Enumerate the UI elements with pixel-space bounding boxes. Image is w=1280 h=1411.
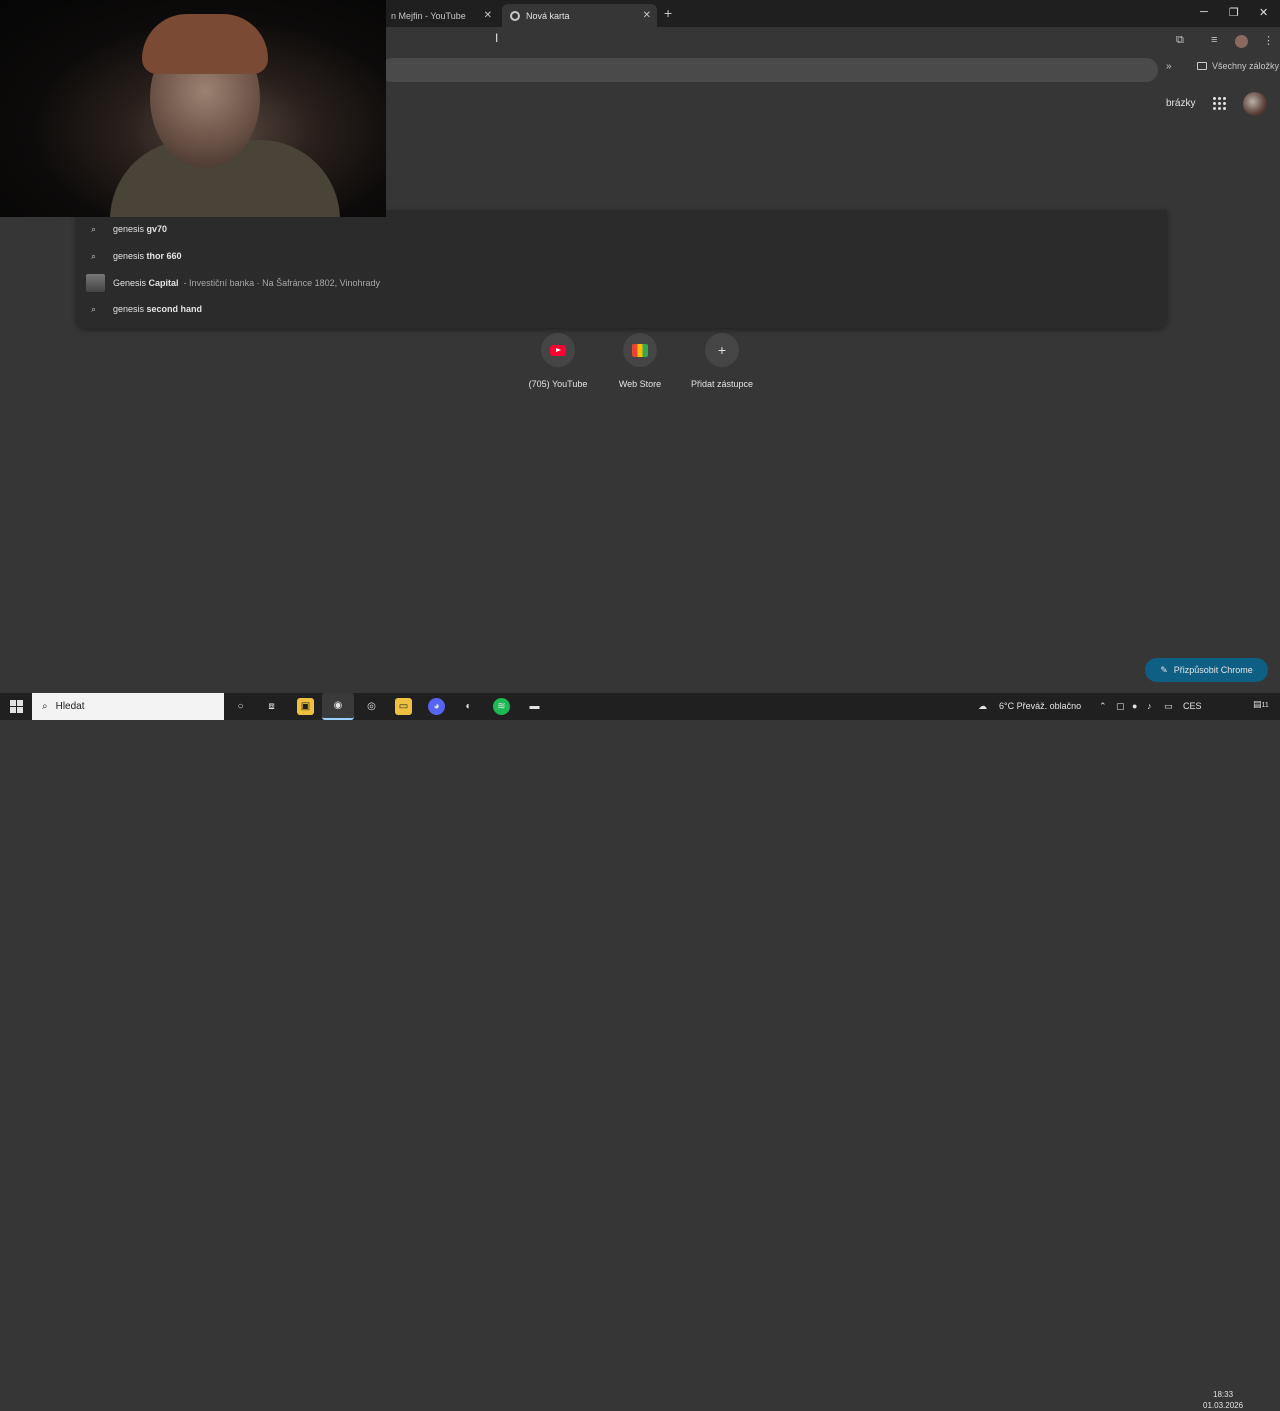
profile-avatar[interactable]: [1235, 35, 1248, 48]
close-icon[interactable]: ✕: [643, 10, 651, 21]
shortcut-label: Přidat zástupce: [690, 379, 754, 389]
shortcut-webstore[interactable]: Web Store: [605, 333, 675, 389]
clock-date: 01.03.2026: [1203, 1401, 1244, 1410]
pencil-icon: ✎: [1160, 664, 1168, 675]
minimize-icon[interactable]: ─: [1200, 6, 1208, 18]
webcam-overlay: [0, 0, 386, 217]
search-icon: ⌕: [91, 223, 97, 234]
place-thumbnail: [86, 274, 105, 292]
suggestion-prefix: genesis: [113, 251, 147, 261]
clock-time: 18:33: [1213, 1390, 1234, 1399]
all-bookmarks-folder[interactable]: Všechny záložky: [1197, 61, 1279, 71]
suggestion-item[interactable]: ⌕ genesis gv70: [76, 216, 1167, 242]
suggestion-prefix: genesis: [113, 304, 147, 314]
obs-icon[interactable]: ◎: [363, 698, 380, 715]
suggestion-completion: thor 660: [146, 251, 182, 261]
youtube-icon: [550, 344, 566, 356]
address-bar[interactable]: [380, 58, 1158, 82]
volume-icon[interactable]: ♪: [1147, 701, 1152, 711]
shortcut-youtube[interactable]: (705) YouTube: [523, 333, 593, 389]
all-bookmarks-label: Všechny záložky: [1212, 61, 1280, 71]
suggestion-completion: second hand: [146, 304, 203, 314]
search-placeholder: Hledat: [55, 701, 85, 712]
window-close-icon[interactable]: ✕: [1259, 6, 1268, 19]
suggestion-item[interactable]: Genesis Capital - Investiční banka · Na …: [76, 270, 1167, 296]
taskbar-search[interactable]: ⌕ Hledat: [32, 693, 224, 720]
suggestion-details: - Investiční banka · Na Šafránce 1802, V…: [183, 278, 381, 288]
menu-icon[interactable]: ⋮: [1263, 34, 1274, 47]
search-icon: ⌕: [42, 701, 48, 712]
cortana-icon[interactable]: ○: [232, 698, 249, 715]
chrome-taskbar-button[interactable]: ◉: [322, 693, 354, 720]
suggestion-item[interactable]: ⌕ genesis thor 660: [76, 243, 1167, 269]
search-icon: ⌕: [91, 250, 97, 261]
notification-icon[interactable]: ▤11: [1253, 699, 1269, 710]
search-icon: ⌕: [91, 303, 97, 314]
windows-start-icon[interactable]: [10, 700, 23, 713]
spotify-icon[interactable]: ≋: [493, 698, 510, 715]
task-view-icon[interactable]: ⧈: [263, 698, 280, 715]
discord-icon[interactable]: ◕: [428, 698, 445, 715]
plus-icon: +: [705, 333, 739, 367]
images-link[interactable]: brázky: [1166, 98, 1195, 109]
language-indicator[interactable]: CES: [1183, 701, 1202, 711]
network-icon[interactable]: ▭: [1164, 701, 1173, 712]
account-avatar[interactable]: [1243, 92, 1267, 116]
text-cursor-icon: I: [495, 31, 499, 45]
suggestion-completion: gv70: [146, 224, 168, 234]
new-tab-button[interactable]: +: [664, 5, 672, 21]
weather-text[interactable]: 6°C Převáž. oblačno: [999, 701, 1081, 711]
close-icon[interactable]: ✕: [484, 10, 492, 21]
file-explorer-icon[interactable]: ▭: [395, 698, 412, 715]
suggestion-prefix: Genesis: [113, 278, 149, 288]
person-hair: [142, 14, 268, 74]
weather-icon[interactable]: ☁: [978, 701, 987, 712]
suggestion-completion: Capital: [148, 278, 179, 288]
restore-icon[interactable]: ❐: [1229, 6, 1239, 19]
tab-title: n Mejfin - YouTube: [391, 10, 466, 21]
microphone-icon[interactable]: ●: [1132, 701, 1137, 711]
terminal-icon[interactable]: ▬: [526, 698, 543, 715]
bookmarks-overflow-icon[interactable]: »: [1166, 61, 1172, 72]
tab-youtube[interactable]: n Mejfin - YouTube ✕: [383, 4, 498, 27]
folder-icon: [1197, 62, 1207, 70]
chevron-up-icon[interactable]: ⌃: [1099, 701, 1107, 712]
customize-label: Přizpůsobit Chrome: [1173, 665, 1253, 675]
extensions-icon[interactable]: ⧉: [1176, 34, 1184, 47]
store-icon[interactable]: ▣: [297, 698, 314, 715]
tray-app-icon[interactable]: ▢: [1116, 701, 1125, 712]
clock[interactable]: 18:33 01.03.2026: [1203, 1389, 1243, 1411]
media-control-icon[interactable]: ≡: [1211, 34, 1217, 46]
chrome-icon: [510, 10, 520, 21]
tab-new-tab[interactable]: Nová karta ✕: [502, 4, 657, 27]
steam-icon[interactable]: ◐: [460, 698, 477, 715]
add-shortcut[interactable]: + Přidat zástupce: [687, 333, 757, 389]
notification-count: 11: [1261, 702, 1269, 709]
webstore-icon: [632, 343, 648, 357]
suggestion-prefix: genesis: [113, 224, 147, 234]
browser-window: n Mejfin - YouTube ✕ Nová karta ✕ + ─ ❐ …: [0, 0, 1280, 693]
google-apps-icon[interactable]: [1213, 97, 1227, 111]
customize-chrome-button[interactable]: ✎ Přizpůsobit Chrome: [1145, 658, 1268, 682]
tab-title: Nová karta: [526, 10, 570, 21]
suggestion-item[interactable]: ⌕ genesis second hand: [76, 296, 1167, 322]
omnibox-suggestions: ⌕ genesis gv70 ⌕ genesis thor 660 Genesi…: [76, 210, 1167, 328]
shortcut-icon-circle: [541, 333, 575, 367]
taskbar: ⌕ Hledat ○ ⧈ ▣ ◉ ◎ ▭ ◕ ◐ ≋ ▬ ☁ 6°C Převá…: [0, 693, 1280, 1410]
shortcut-icon-circle: [623, 333, 657, 367]
shortcut-label: (705) YouTube: [528, 379, 588, 389]
shortcut-label: Web Store: [618, 379, 662, 389]
